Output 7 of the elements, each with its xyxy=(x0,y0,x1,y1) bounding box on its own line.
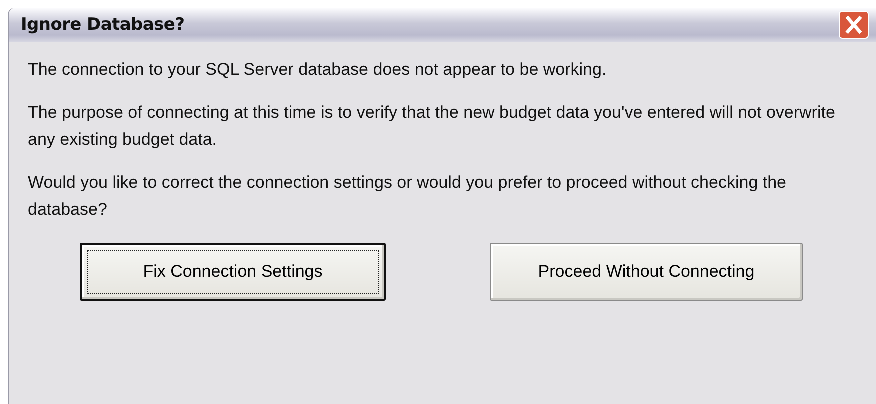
message-text: Would you like to correct the connection settings or would you prefer to proceed without checking the database? xyxy=(28,172,788,221)
fix-settings-button[interactable]: Fix Connection Settings xyxy=(80,243,386,301)
proceed-button[interactable]: Proceed Without Connecting xyxy=(490,243,803,301)
message-text: The purpose of connecting at this time is to verify that the new budget data you've entered will not overwrite any existing budget data. xyxy=(28,102,836,151)
close-icon[interactable] xyxy=(839,11,869,39)
message-text: The connection to your SQL Server database does not appear to be working. xyxy=(28,59,608,81)
window-title: Ignore Database? xyxy=(21,15,185,35)
